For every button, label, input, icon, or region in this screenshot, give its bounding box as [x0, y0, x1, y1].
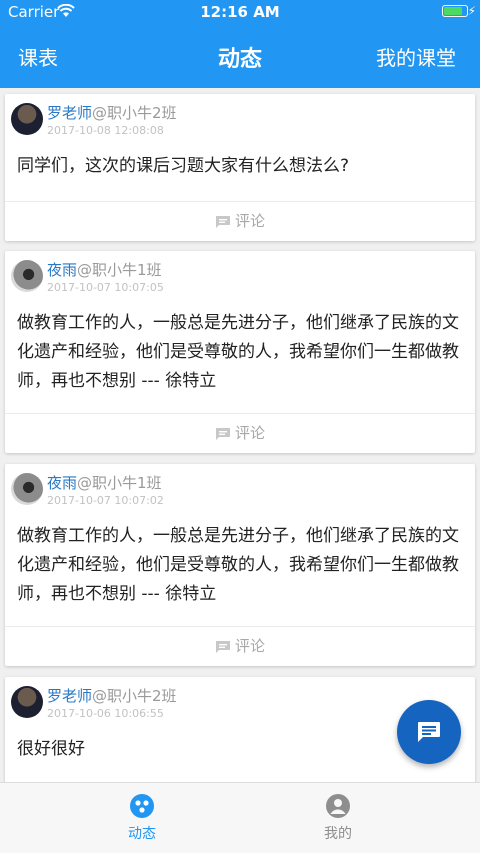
feed-icon: [130, 794, 154, 818]
author-name[interactable]: 夜雨: [47, 261, 77, 279]
post-timestamp: 2017-10-06 10:06:55: [47, 707, 164, 720]
battery-icon: [442, 5, 468, 17]
author-name[interactable]: 夜雨: [47, 474, 77, 492]
author-name[interactable]: 罗老师: [47, 104, 92, 122]
avatar[interactable]: [11, 473, 43, 505]
post-timestamp: 2017-10-08 12:08:08: [47, 124, 164, 137]
compose-post-button[interactable]: [397, 700, 461, 764]
post-author-line: 夜雨@职小牛1班: [47, 472, 162, 493]
post-author-line: 罗老师@职小牛2班: [47, 685, 177, 706]
avatar[interactable]: [11, 260, 43, 292]
charging-icon: ⚡: [467, 4, 476, 18]
author-name[interactable]: 罗老师: [47, 687, 92, 705]
comment-button[interactable]: 评论: [5, 626, 475, 666]
comment-label: 评论: [234, 637, 265, 655]
avatar[interactable]: [11, 686, 43, 718]
schedule-button[interactable]: 课表: [18, 42, 58, 71]
class-tag: @职小牛1班: [77, 261, 162, 279]
post-content: 做教育工作的人，一般总是先进分子，他们继承了民族的文化遗产和经验，他们是受尊敬的…: [17, 526, 459, 604]
profile-icon: [326, 794, 350, 818]
post-author-line: 罗老师@职小牛2班: [47, 102, 177, 123]
avatar[interactable]: [11, 103, 43, 135]
post-timestamp: 2017-10-07 10:07:02: [47, 494, 164, 507]
clock: 12:16 AM: [200, 3, 280, 21]
comment-button[interactable]: 评论: [5, 413, 475, 453]
comment-button[interactable]: 评论: [5, 201, 475, 241]
tab-bar: 动态 我的: [0, 782, 480, 853]
comment-icon: [215, 427, 230, 440]
post-feed[interactable]: 罗老师@职小牛2班 2017-10-08 12:08:08 同学们，这次的课后习…: [0, 88, 480, 782]
class-tag: @职小牛2班: [92, 104, 177, 122]
status-bar: Carrier 12:16 AM ⚡: [0, 0, 480, 24]
post-author-line: 夜雨@职小牛1班: [47, 259, 162, 280]
comment-label: 评论: [234, 212, 265, 230]
post-card: 夜雨@职小牛1班 2017-10-07 10:07:02 做教育工作的人，一般总…: [5, 464, 475, 666]
class-tag: @职小牛2班: [92, 687, 177, 705]
post-content: 同学们，这次的课后习题大家有什么想法么?: [17, 156, 350, 176]
tab-profile-label: 我的: [324, 826, 352, 842]
comment-icon: [215, 640, 230, 653]
post-content: 做教育工作的人，一般总是先进分子，他们继承了民族的文化遗产和经验，他们是受尊敬的…: [17, 313, 459, 391]
nav-bar: 课表 动态 我的课堂: [0, 24, 480, 88]
comment-label: 评论: [234, 424, 265, 442]
post-card: 夜雨@职小牛1班 2017-10-07 10:07:05 做教育工作的人，一般总…: [5, 251, 475, 453]
class-tag: @职小牛1班: [77, 474, 162, 492]
chat-icon: [418, 722, 440, 742]
post-timestamp: 2017-10-07 10:07:05: [47, 281, 164, 294]
post-card: 罗老师@职小牛2班 2017-10-08 12:08:08 同学们，这次的课后习…: [5, 94, 475, 241]
comment-icon: [215, 215, 230, 228]
tab-profile[interactable]: 我的: [218, 783, 458, 853]
my-classroom-button[interactable]: 我的课堂: [376, 42, 456, 71]
